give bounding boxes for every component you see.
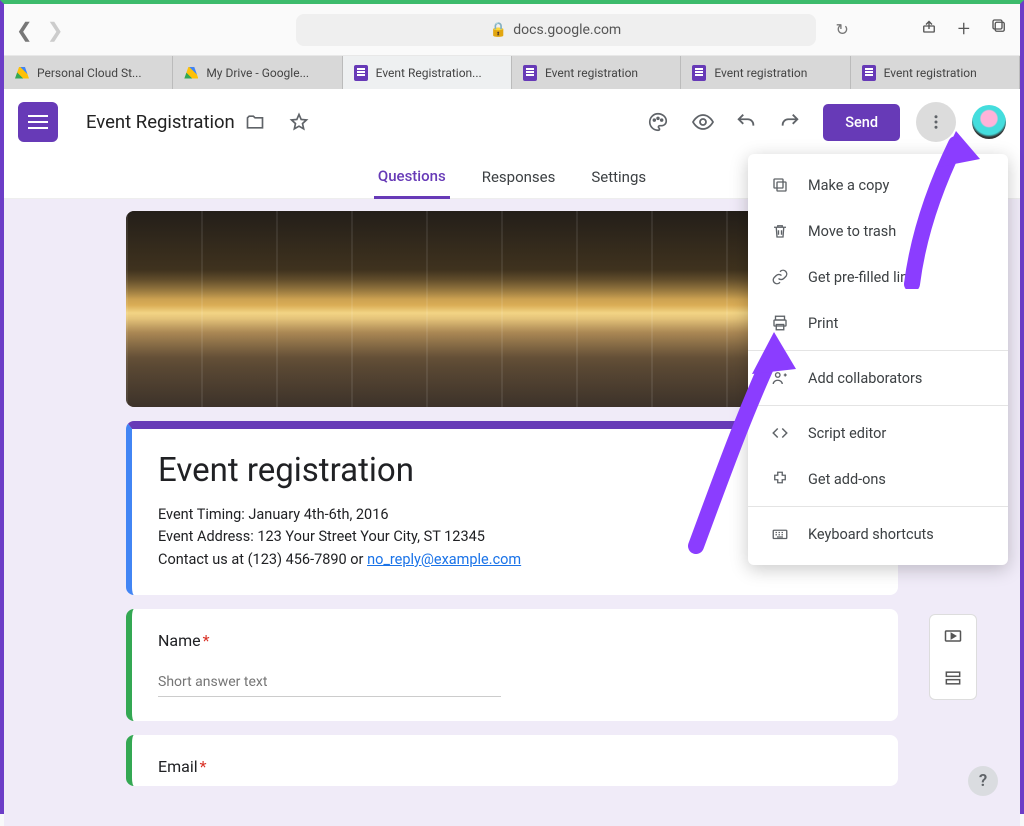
menu-get-addons[interactable]: Get add-ons <box>748 456 1008 502</box>
addon-icon <box>770 470 790 488</box>
url-text: docs.google.com <box>513 22 621 38</box>
side-toolbar <box>929 614 977 700</box>
menu-make-a-copy[interactable]: Make a copy <box>748 162 1008 208</box>
back-button[interactable]: ❮ <box>16 18 33 42</box>
send-button[interactable]: Send <box>823 104 900 141</box>
drive-icon <box>15 67 29 79</box>
browser-tab-active[interactable]: Event Registration... <box>343 56 512 89</box>
required-star: * <box>200 757 207 776</box>
browser-toolbar: ❮ ❯ 🔒 docs.google.com ↻ + <box>4 4 1020 56</box>
forms-icon <box>862 65 876 81</box>
lock-icon: 🔒 <box>490 22 507 38</box>
help-button[interactable]: ? <box>968 766 998 796</box>
tab-label: Event registration <box>545 66 638 80</box>
more-button[interactable] <box>916 102 956 142</box>
browser-tab[interactable]: My Drive - Google... <box>173 56 342 89</box>
tab-label: My Drive - Google... <box>206 66 309 80</box>
add-video-icon[interactable] <box>930 615 976 657</box>
url-bar[interactable]: 🔒 docs.google.com <box>296 14 816 46</box>
menu-label: Make a copy <box>808 177 889 194</box>
question-label: Email* <box>158 757 872 776</box>
required-star: * <box>203 631 210 650</box>
link-icon <box>770 268 790 286</box>
menu-label: Script editor <box>808 425 886 442</box>
tab-responses[interactable]: Responses <box>478 155 560 198</box>
tab-label: Personal Cloud St... <box>37 66 141 80</box>
palette-icon[interactable] <box>647 111 681 133</box>
question-card-email[interactable]: Email* <box>126 735 898 786</box>
menu-label: Keyboard shortcuts <box>808 526 934 543</box>
tabs-overview-icon[interactable] <box>990 17 1008 42</box>
menu-label: Get add-ons <box>808 471 886 488</box>
document-title[interactable]: Event Registration <box>86 111 235 133</box>
share-icon[interactable] <box>920 17 938 42</box>
overflow-menu: Make a copy Move to trash Get pre-filled… <box>748 154 1008 565</box>
browser-tab[interactable]: Event registration <box>512 56 681 89</box>
drive-icon <box>184 67 198 79</box>
menu-prefilled-link[interactable]: Get pre-filled link <box>748 254 1008 300</box>
print-icon <box>770 314 790 332</box>
redo-icon[interactable] <box>779 111 813 133</box>
app-header: Event Registration Send <box>4 89 1020 155</box>
forward-button[interactable]: ❯ <box>47 18 64 42</box>
menu-add-collaborators[interactable]: Add collaborators <box>748 355 1008 401</box>
folder-icon[interactable] <box>245 112 279 132</box>
menu-print[interactable]: Print <box>748 300 1008 346</box>
menu-label: Add collaborators <box>808 370 922 387</box>
question-card-name[interactable]: Name* <box>126 609 898 721</box>
menu-label: Move to trash <box>808 223 896 240</box>
tab-settings[interactable]: Settings <box>587 155 650 198</box>
menu-move-to-trash[interactable]: Move to trash <box>748 208 1008 254</box>
user-avatar[interactable] <box>972 105 1006 139</box>
menu-label: Print <box>808 315 838 332</box>
preview-icon[interactable] <box>691 110 725 134</box>
collaborator-icon <box>770 369 790 387</box>
forms-logo[interactable] <box>18 102 58 142</box>
star-icon[interactable] <box>289 112 323 132</box>
forms-icon <box>354 65 368 81</box>
add-section-icon[interactable] <box>930 657 976 699</box>
browser-tab[interactable]: Event registration <box>681 56 850 89</box>
copy-icon <box>770 176 790 194</box>
keyboard-icon <box>770 525 790 543</box>
tab-questions[interactable]: Questions <box>374 155 450 199</box>
menu-keyboard-shortcuts[interactable]: Keyboard shortcuts <box>748 511 1008 557</box>
browser-tab[interactable]: Personal Cloud St... <box>4 56 173 89</box>
menu-separator <box>748 350 1008 351</box>
browser-tab[interactable]: Event registration <box>851 56 1020 89</box>
tab-label: Event registration <box>714 66 807 80</box>
trash-icon <box>770 222 790 240</box>
short-answer-input <box>158 674 501 697</box>
menu-separator <box>748 405 1008 406</box>
reload-icon[interactable]: ↻ <box>836 20 849 39</box>
menu-separator <box>748 506 1008 507</box>
forms-icon <box>523 65 537 81</box>
tab-label: Event registration <box>884 66 977 80</box>
tab-strip: Personal Cloud St... My Drive - Google..… <box>4 56 1020 89</box>
contact-email-link[interactable]: no_reply@example.com <box>367 551 521 568</box>
menu-label: Get pre-filled link <box>808 269 915 286</box>
question-label: Name* <box>158 631 872 650</box>
code-icon <box>770 424 790 442</box>
new-tab-icon[interactable]: + <box>958 17 970 42</box>
menu-script-editor[interactable]: Script editor <box>748 410 1008 456</box>
forms-icon <box>692 65 706 81</box>
undo-icon[interactable] <box>735 111 769 133</box>
tab-label: Event Registration... <box>376 66 482 80</box>
